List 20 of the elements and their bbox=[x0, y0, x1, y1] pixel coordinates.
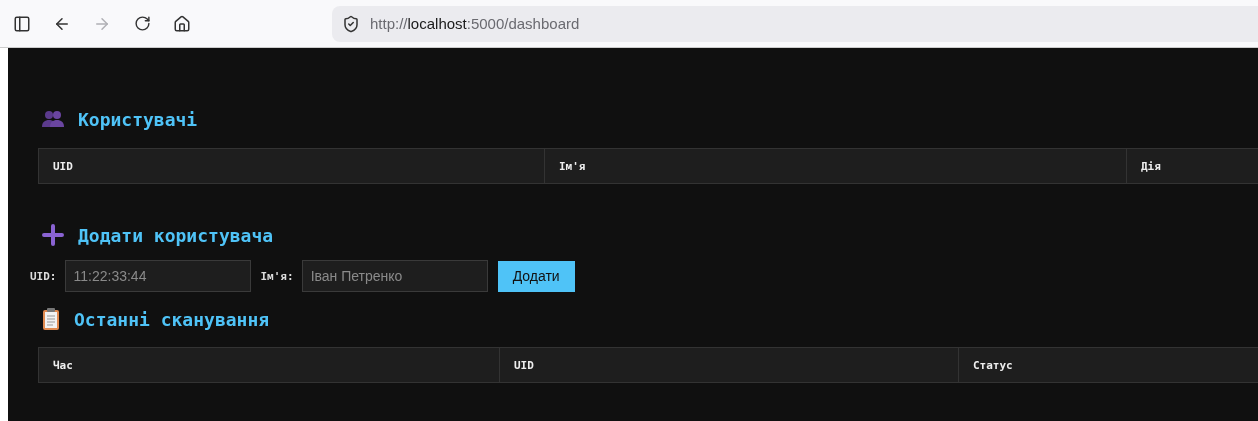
column-header: UID bbox=[52, 158, 74, 175]
shield-icon bbox=[342, 14, 360, 33]
column-header: Статус bbox=[958, 348, 1258, 382]
column-header: Дія bbox=[1126, 149, 1258, 183]
column-header: UID bbox=[499, 348, 958, 382]
add-button[interactable]: Додати bbox=[497, 260, 575, 292]
url-text: http://localhost:5000/dashboard bbox=[370, 15, 580, 32]
field-label: UID: bbox=[30, 269, 57, 283]
field-label: Ім'я: bbox=[260, 269, 294, 283]
section-title: Користувачі bbox=[78, 108, 198, 130]
input-field[interactable]: Іван Петренко bbox=[301, 260, 488, 292]
section-title: Останні сканування bbox=[74, 308, 270, 330]
address-bar[interactable]: http://localhost:5000/dashboard bbox=[332, 5, 1258, 42]
users-icon bbox=[42, 110, 64, 128]
column-header: Ім'я bbox=[544, 149, 1126, 183]
clipboard-icon bbox=[42, 308, 60, 330]
column-header: Час bbox=[52, 357, 74, 374]
section-title: Додати користувача bbox=[78, 224, 274, 246]
plus-icon bbox=[42, 224, 64, 246]
input-field[interactable]: 11:22:33:44 bbox=[64, 260, 251, 292]
